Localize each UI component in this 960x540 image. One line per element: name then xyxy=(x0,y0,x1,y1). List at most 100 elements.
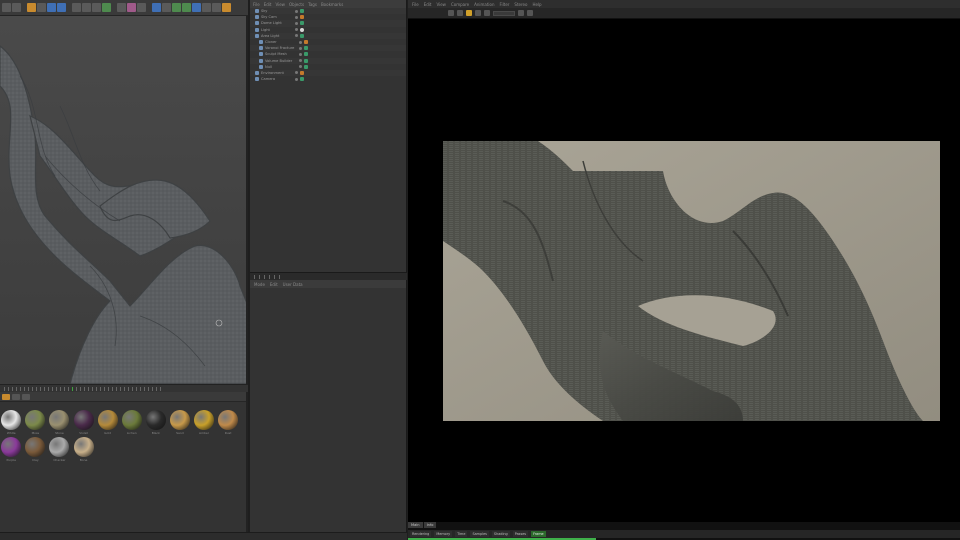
array-icon[interactable] xyxy=(182,3,191,12)
render-tab[interactable]: Main xyxy=(408,522,423,528)
object-name[interactable]: Environment xyxy=(261,71,293,75)
object-name[interactable]: Sky xyxy=(261,9,293,13)
object-menu-item[interactable]: Edit xyxy=(264,2,272,7)
visibility-dots-icon[interactable] xyxy=(299,52,302,56)
object-name[interactable]: Area Light xyxy=(261,34,293,38)
object-tag-icon[interactable] xyxy=(304,58,308,63)
camera-icon[interactable] xyxy=(212,3,221,12)
picture-viewer-menu-item[interactable]: View xyxy=(436,2,446,7)
render-icon[interactable] xyxy=(475,10,481,16)
stop-icon[interactable] xyxy=(484,10,490,16)
visibility-dots-icon[interactable] xyxy=(295,34,298,38)
fit-icon[interactable] xyxy=(457,10,463,16)
attribute-menu-item[interactable]: User Data xyxy=(283,282,303,287)
object-name[interactable]: Sculpt Mesh xyxy=(265,52,297,56)
timeline-playhead[interactable] xyxy=(72,386,73,391)
render-region-icon[interactable] xyxy=(117,3,126,12)
pen-icon[interactable] xyxy=(162,3,171,12)
picture-viewer-menu-item[interactable]: Compare xyxy=(451,2,469,7)
visibility-dots-icon[interactable] xyxy=(295,21,298,25)
object-name[interactable]: Sky Cam xyxy=(261,15,293,19)
object-tag-icon[interactable] xyxy=(300,33,304,38)
visibility-dots-icon[interactable] xyxy=(295,28,298,32)
material-swatch[interactable]: Lichen xyxy=(120,410,143,436)
lock-icon[interactable] xyxy=(466,10,472,16)
object-menu-item[interactable]: File xyxy=(253,2,260,7)
object-row[interactable]: Camera xyxy=(250,76,406,82)
visibility-dots-icon[interactable] xyxy=(295,9,298,13)
deformer-icon[interactable] xyxy=(192,3,201,12)
visibility-dots-icon[interactable] xyxy=(299,59,302,63)
picture-viewer-menu-item[interactable]: Filter xyxy=(500,2,510,7)
cube-icon[interactable] xyxy=(152,3,161,12)
z-axis-icon[interactable] xyxy=(92,3,101,12)
object-name[interactable]: Voronoi Fracture xyxy=(265,46,297,50)
material-swatch[interactable]: Violet xyxy=(72,410,95,436)
object-tag-icon[interactable] xyxy=(300,21,304,26)
y-axis-icon[interactable] xyxy=(82,3,91,12)
picture-viewer-menu-item[interactable]: Animation xyxy=(474,2,494,7)
redo-icon[interactable] xyxy=(12,3,21,12)
move-icon[interactable] xyxy=(37,3,46,12)
object-tag-icon[interactable] xyxy=(300,15,304,20)
material-swatch[interactable]: Moss xyxy=(24,410,47,436)
object-name[interactable]: Camera xyxy=(261,77,293,81)
object-tag-icon[interactable] xyxy=(300,9,304,14)
material-swatch[interactable]: Rust xyxy=(217,410,240,436)
settings-icon[interactable] xyxy=(527,10,533,16)
visibility-dots-icon[interactable] xyxy=(295,77,298,81)
subdivision-icon[interactable] xyxy=(172,3,181,12)
object-tag-icon[interactable] xyxy=(300,27,304,32)
material-swatch[interactable]: Sand xyxy=(169,410,192,436)
object-menu-item[interactable]: Tags xyxy=(308,2,317,7)
object-menu-item[interactable]: View xyxy=(275,2,285,7)
object-tag-icon[interactable] xyxy=(304,40,308,45)
material-swatch[interactable]: Amber xyxy=(193,410,216,436)
3d-viewport[interactable]: ViewCamerasDisplayOptionsFilterPanel xyxy=(0,16,248,384)
visibility-dots-icon[interactable] xyxy=(295,71,298,75)
compare-icon[interactable] xyxy=(518,10,524,16)
material-swatch[interactable]: Purple xyxy=(0,437,23,463)
zoom-icon[interactable] xyxy=(448,10,454,16)
scale-icon[interactable] xyxy=(47,3,56,12)
visibility-dots-icon[interactable] xyxy=(299,40,302,44)
material-swatch[interactable]: Stone xyxy=(48,410,71,436)
object-name[interactable]: Dome Light xyxy=(261,21,293,25)
picture-viewer-menu-item[interactable]: File xyxy=(412,2,419,7)
picture-viewer-menu-item[interactable]: Help xyxy=(532,2,541,7)
material-swatch[interactable]: Checker xyxy=(48,437,71,463)
object-tag-icon[interactable] xyxy=(304,64,308,69)
panel-divider[interactable] xyxy=(250,272,407,280)
visibility-dots-icon[interactable] xyxy=(295,15,298,19)
create-material-button[interactable] xyxy=(2,393,10,400)
attribute-menu-item[interactable]: Edit xyxy=(270,282,278,287)
material-swatch[interactable]: Black xyxy=(145,410,168,436)
rotate-icon[interactable] xyxy=(57,3,66,12)
material-swatch[interactable]: Gold xyxy=(96,410,119,436)
edit-material-button[interactable] xyxy=(12,393,20,400)
light-icon[interactable] xyxy=(222,3,231,12)
object-tag-icon[interactable] xyxy=(304,52,308,57)
object-name[interactable]: Light xyxy=(261,28,293,32)
material-swatch[interactable]: Clay xyxy=(24,437,47,463)
render-settings-icon[interactable] xyxy=(137,3,146,12)
function-menu-button[interactable] xyxy=(22,393,30,400)
object-menu-item[interactable]: Objects xyxy=(289,2,304,7)
visibility-dots-icon[interactable] xyxy=(299,46,302,50)
picture-viewer-menu-item[interactable]: Stereo xyxy=(514,2,527,7)
x-axis-icon[interactable] xyxy=(72,3,81,12)
material-swatch[interactable]: Bone xyxy=(72,437,95,463)
zoom-field[interactable] xyxy=(493,10,515,16)
attribute-menu-item[interactable]: Mode xyxy=(254,282,265,287)
object-name[interactable]: Null xyxy=(265,65,297,69)
timeline[interactable] xyxy=(0,384,248,392)
select-icon[interactable] xyxy=(27,3,36,12)
object-name[interactable]: Cloner xyxy=(265,40,297,44)
object-tag-icon[interactable] xyxy=(300,77,304,82)
object-tag-icon[interactable] xyxy=(304,46,308,51)
material-swatch[interactable]: White xyxy=(0,410,23,436)
render-view-icon[interactable] xyxy=(127,3,136,12)
floor-icon[interactable] xyxy=(202,3,211,12)
visibility-dots-icon[interactable] xyxy=(299,65,302,69)
object-name[interactable]: Volume Builder xyxy=(265,59,297,63)
